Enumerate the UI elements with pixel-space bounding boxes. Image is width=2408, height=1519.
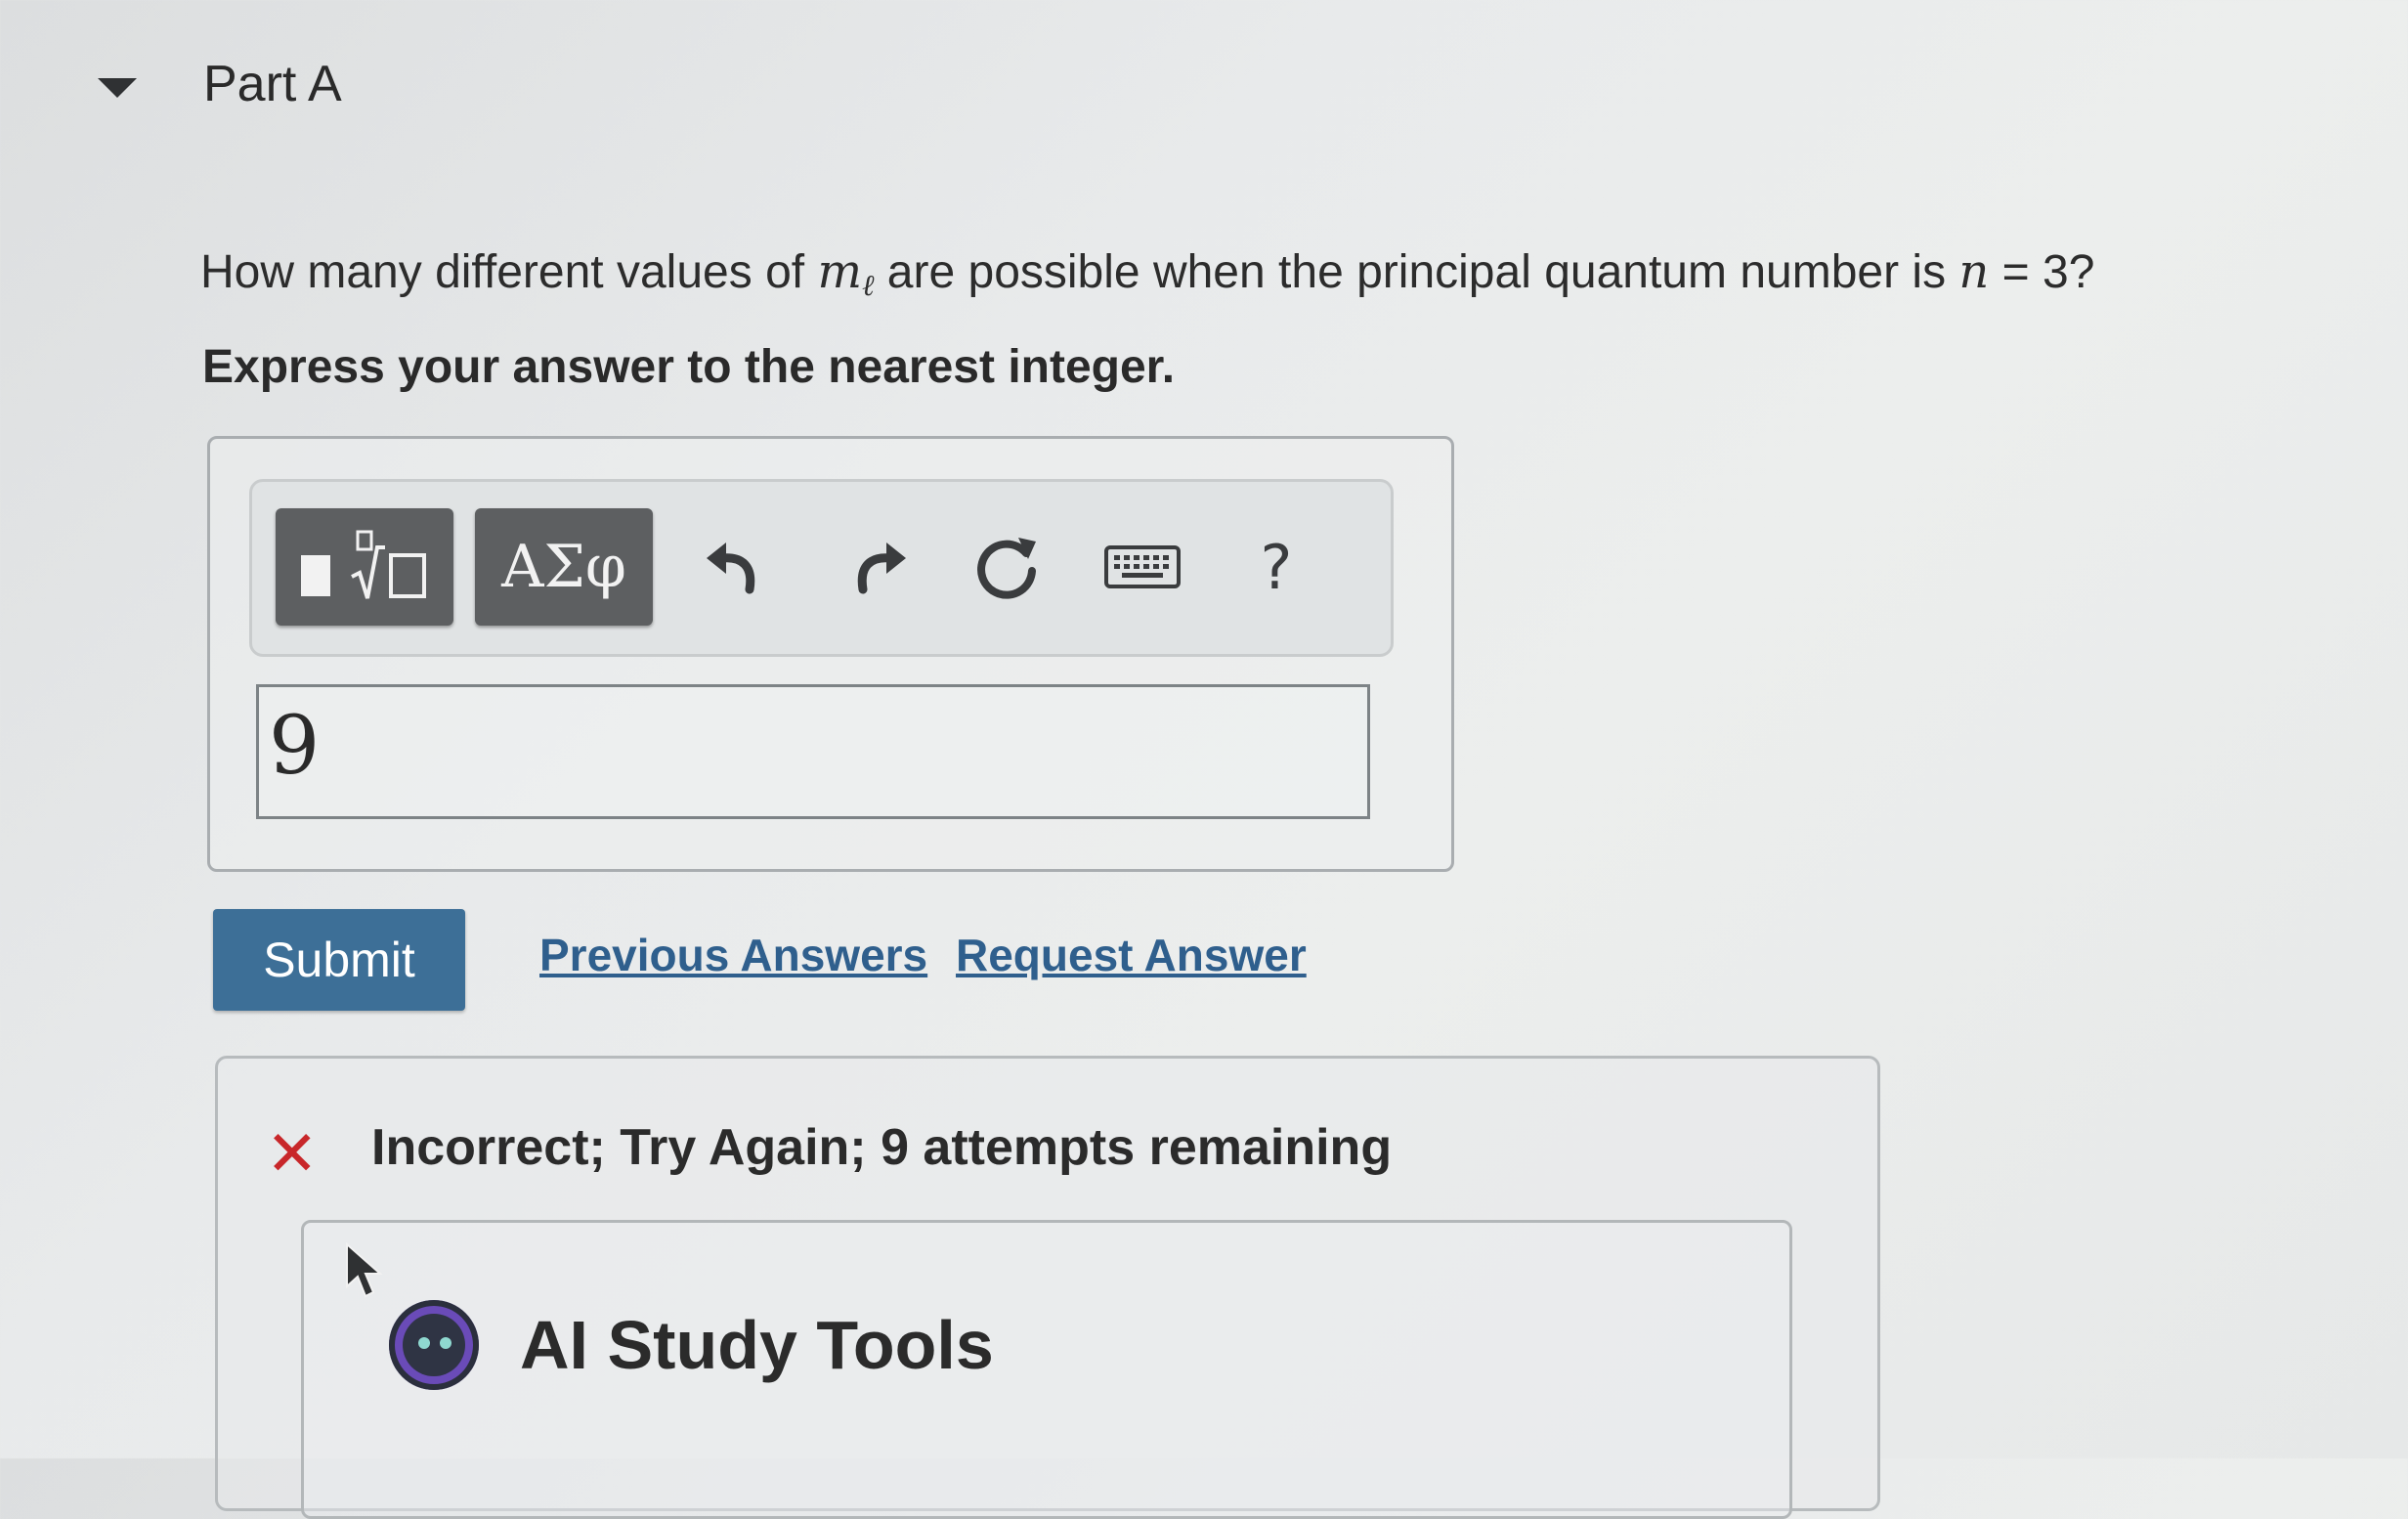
- previous-answers-link[interactable]: Previous Answers: [539, 929, 927, 981]
- variable-subscript: ℓ: [861, 269, 875, 303]
- ai-study-tools-title: AI Study Tools: [520, 1307, 994, 1383]
- symbols-button[interactable]: ΑΣφ: [475, 508, 653, 626]
- reset-icon[interactable]: [968, 518, 1046, 616]
- ai-avatar-eye-right: [440, 1337, 452, 1349]
- math-variable-m: mℓ: [817, 244, 874, 303]
- variable-m: m: [817, 244, 862, 299]
- templates-icon: [301, 530, 426, 599]
- mouse-cursor-icon: [344, 1241, 383, 1307]
- answer-input[interactable]: 9: [256, 684, 1370, 819]
- feedback-message: Incorrect; Try Again; 9 attempts remaini…: [371, 1119, 1393, 1176]
- part-title: Part A: [203, 56, 342, 112]
- collapse-caret-icon[interactable]: [98, 78, 137, 98]
- redo-icon[interactable]: [838, 518, 917, 616]
- submit-button[interactable]: Submit: [213, 909, 465, 1011]
- math-variable-n: n: [1958, 244, 1990, 299]
- question-prefix: How many different values of: [200, 246, 818, 298]
- templates-button[interactable]: [276, 508, 453, 626]
- ai-avatar-eye-left: [418, 1337, 430, 1349]
- equation-rest: = 3?: [1989, 246, 2095, 298]
- help-icon[interactable]: ?: [1237, 518, 1315, 616]
- incorrect-icon: ✕: [266, 1118, 319, 1189]
- undo-icon[interactable]: [696, 518, 774, 616]
- ai-avatar-face: [403, 1314, 465, 1376]
- keyboard-icon[interactable]: [1102, 518, 1182, 616]
- answer-instructions: Express your answer to the nearest integ…: [202, 341, 1176, 393]
- question-middle: are possible when the principal quantum …: [874, 246, 1959, 298]
- question-text: How many different values of mℓ are poss…: [200, 244, 2094, 303]
- request-answer-link[interactable]: Request Answer: [956, 929, 1307, 981]
